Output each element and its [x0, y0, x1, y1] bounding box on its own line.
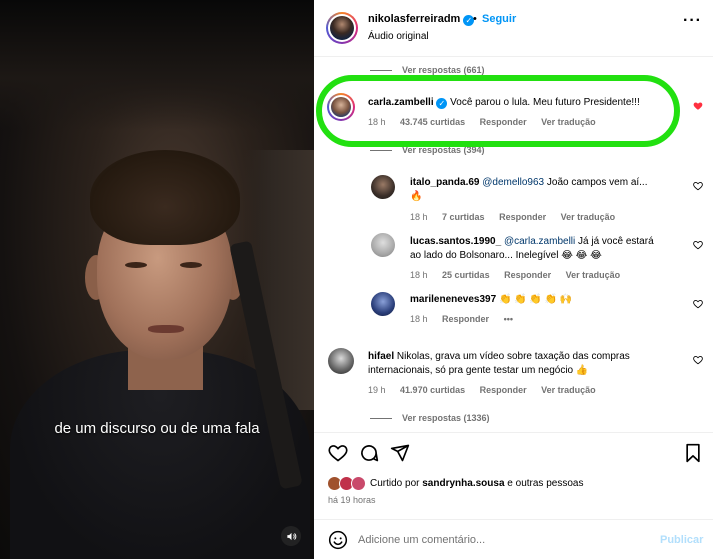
comment-meta: 19 h 41.970 curtidas Responder Ver tradu… — [368, 385, 608, 395]
avatar[interactable] — [328, 348, 354, 374]
mention-link[interactable]: @carla.zambelli — [504, 236, 575, 247]
heart-filled-icon[interactable] — [693, 101, 703, 111]
translate-button[interactable]: Ver tradução — [541, 385, 596, 395]
liked-by-suffix[interactable]: e outras pessoas — [507, 478, 583, 489]
comment-username[interactable]: hifael — [368, 351, 394, 362]
view-replies-button[interactable]: Ver respostas (661) — [370, 65, 485, 75]
comment-username[interactable]: marileneneves397 — [410, 294, 496, 305]
audio-label[interactable]: Áudio original — [368, 31, 429, 42]
avatar[interactable] — [371, 292, 395, 316]
divider — [370, 70, 392, 72]
comment-text: 👏 👏 👏 👏 🙌 — [498, 294, 573, 305]
comment-bubble-icon[interactable] — [359, 443, 381, 465]
reply-button[interactable]: Responder — [442, 314, 489, 324]
liked-by-avatars[interactable] — [327, 476, 369, 491]
avatar — [351, 476, 366, 491]
comment-meta: 18 h 7 curtidas Responder Ver tradução — [410, 212, 627, 222]
header-username[interactable]: nikolasferreiradm ✓ — [368, 13, 475, 26]
reel-video[interactable]: de um discurso ou de uma fala — [0, 0, 314, 559]
liked-by-text: Curtido por sandrynha.sousa e outras pes… — [370, 478, 583, 489]
comment-text: João campos vem aí... — [546, 177, 648, 188]
comment-body: italo_panda.69 @demello963 João campos v… — [410, 176, 680, 204]
avatar[interactable] — [371, 233, 395, 257]
comment-body: hifael Nikolas, grava um vídeo sobre tax… — [368, 350, 688, 378]
translate-button[interactable]: Ver tradução — [566, 270, 621, 280]
comment-meta: 18 h Responder ••• — [410, 314, 525, 324]
avatar-ring[interactable] — [326, 12, 358, 44]
comment-text: Já já você estará — [578, 236, 654, 247]
comment-time: 18 h — [410, 212, 428, 222]
fire-emoji: 🔥 — [410, 191, 423, 202]
bookmark-icon[interactable] — [683, 443, 705, 465]
heart-outline-icon[interactable] — [693, 299, 703, 309]
heart-outline-icon[interactable] — [693, 355, 703, 365]
comment-input[interactable] — [358, 528, 638, 552]
green-highlight-annotation — [316, 75, 680, 147]
add-comment-bar: Publicar — [314, 519, 713, 559]
reply-button[interactable]: Responder — [480, 385, 527, 395]
car-roof — [0, 0, 314, 130]
person-mouth — [148, 325, 184, 333]
speaker-icon[interactable] — [281, 526, 301, 546]
follow-button[interactable]: Seguir — [482, 13, 516, 25]
likes-count[interactable]: 25 curtidas — [442, 270, 490, 280]
avatar — [328, 14, 356, 42]
comment-time: 18 h — [410, 314, 428, 324]
emoji-smiley-icon[interactable] — [328, 530, 348, 555]
comment-body: marileneneves397 👏 👏 👏 👏 🙌 — [410, 293, 680, 307]
likes-count[interactable]: 7 curtidas — [442, 212, 485, 222]
comment-username[interactable]: lucas.santos.1990_ — [410, 236, 501, 247]
reply-button[interactable]: Responder — [504, 270, 551, 280]
heart-outline-icon[interactable] — [693, 240, 703, 250]
reply-button[interactable]: Responder — [499, 212, 546, 222]
separator-dot: • — [473, 13, 477, 25]
avatar[interactable] — [371, 175, 395, 199]
view-replies-label: Ver respostas (1336) — [402, 413, 490, 423]
mention-link[interactable]: @demello963 — [482, 177, 544, 188]
video-caption: de um discurso ou de uma fala — [54, 420, 260, 437]
comment-username[interactable]: italo_panda.69 — [410, 177, 479, 188]
comment-meta: 18 h 25 curtidas Responder Ver tradução — [410, 270, 632, 280]
comment-body: lucas.santos.1990_ @carla.zambelli Já já… — [410, 235, 680, 263]
view-replies-button[interactable]: Ver respostas (1336) — [370, 413, 490, 423]
view-replies-label: Ver respostas (661) — [402, 65, 485, 75]
divider — [370, 150, 392, 152]
publish-button[interactable]: Publicar — [660, 534, 703, 546]
username-text[interactable]: nikolasferreiradm — [368, 13, 460, 25]
divider — [370, 418, 392, 420]
post-time[interactable]: há 19 horas — [328, 495, 376, 505]
heart-outline-icon[interactable] — [693, 181, 703, 191]
person-hair — [90, 150, 240, 245]
post-header: nikolasferreiradm ✓ • Seguir Áudio origi… — [314, 0, 713, 57]
person-eye-left — [125, 262, 147, 268]
comment-time: 18 h — [410, 270, 428, 280]
comment-time: 19 h — [368, 385, 386, 395]
like-heart-icon[interactable] — [328, 443, 350, 465]
translate-button[interactable]: Ver tradução — [561, 212, 616, 222]
more-options-icon[interactable]: ••• — [504, 314, 513, 324]
likes-count[interactable]: 41.970 curtidas — [400, 385, 465, 395]
liked-by-prefix: Curtido por — [370, 478, 420, 489]
more-horizontal-icon[interactable]: ··· — [683, 12, 702, 30]
share-send-icon[interactable] — [390, 443, 412, 465]
comment-text-continued: internacionais, só pra gente testar um n… — [368, 365, 589, 376]
person-eye-right — [180, 262, 202, 268]
liked-by-user[interactable]: sandrynha.sousa — [422, 478, 504, 489]
comment-text-continued: ao lado do Bolsonaro... Inelegível 😂 😂 😂 — [410, 250, 602, 261]
comment-text: Nikolas, grava um vídeo sobre taxação da… — [396, 351, 630, 362]
